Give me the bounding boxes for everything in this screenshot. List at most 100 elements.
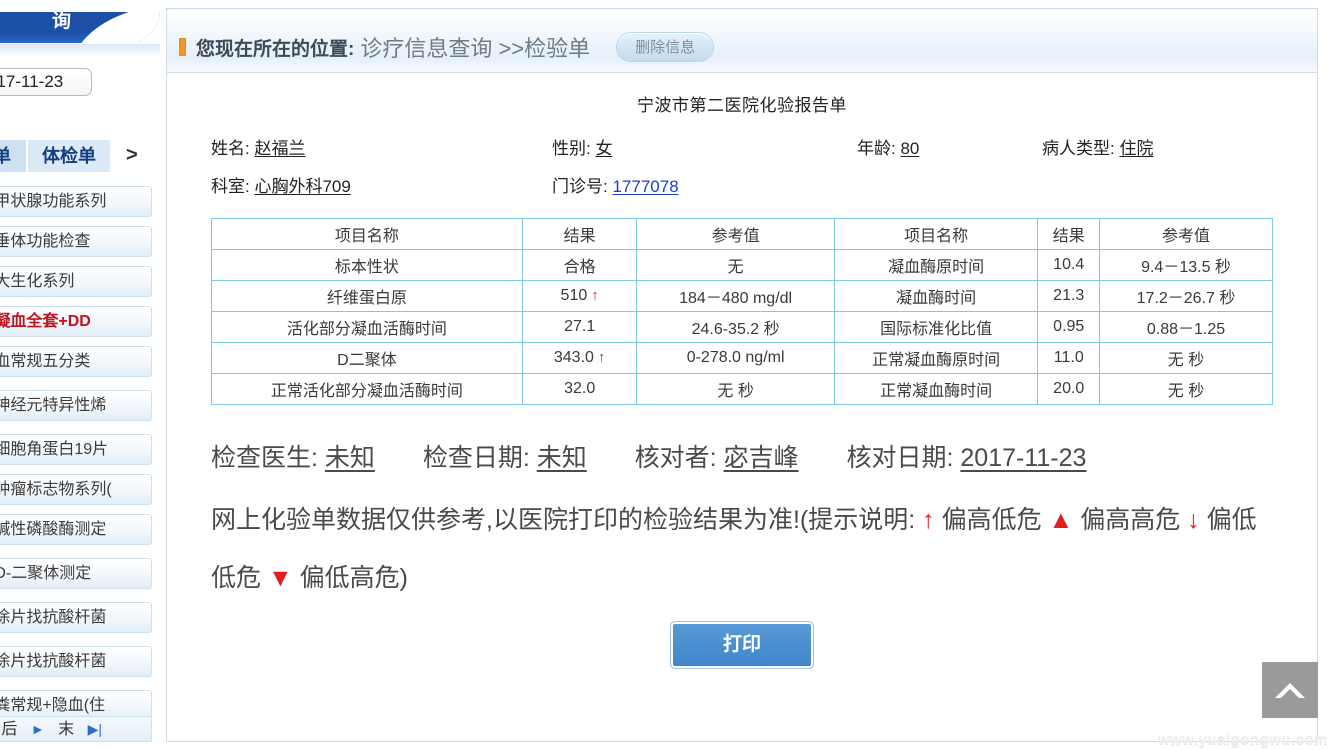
signature-block: 检查医生: 未知 检查日期: 未知 核对者: 宓吉峰 核对日期: 2017-11…	[167, 405, 1317, 487]
checker-value: 宓吉峰	[723, 444, 799, 472]
sidebar-item-5[interactable]: 3 神经元特异性烯	[0, 390, 152, 421]
sidebar-item-0[interactable]: 3 甲状腺功能系列	[0, 186, 152, 217]
sidebar-pager: 3 后 ► 末 ▶|	[0, 716, 152, 742]
print-button[interactable]: 打印	[670, 621, 814, 669]
department-field: 科室: 心胸外科709	[211, 172, 351, 197]
table-row: 活化部分凝血活酶时间 27.1 24.6-35.2 秒国际标准化比值 0.95 0.88…	[211, 311, 1273, 343]
lab-left-name-cell: 纤维蛋白原	[211, 280, 523, 312]
lab-left-ref-cell: 184－480 mg/dl	[636, 280, 835, 312]
disclaimer-notice: 网上化验单数据仅供参考,以医院打印的检验结果为准!(提示说明: ↑ 偏高低危 ▲…	[167, 487, 1317, 607]
report-body: 宁波市第二医院化验报告单 姓名: 赵福兰 性别: 女 年龄: 80 病人类型: …	[167, 73, 1317, 669]
lab-left-result-value: 343.0	[553, 349, 594, 366]
back-to-top-button[interactable]	[1262, 662, 1318, 718]
sidebar-item-list: 3 甲状腺功能系列 3 垂体功能检查 3 大生化系列 3 凝血全套+DD 3 血常规五分…	[0, 186, 160, 730]
lab-right-result-cell: 10.4	[1037, 249, 1101, 281]
lab-table-header-cell-4: 结果	[1037, 218, 1101, 250]
exam-date-value: 未知	[536, 444, 587, 472]
sidebar-item-label: 肿瘤标志物系列(	[0, 481, 112, 498]
sidebar-item-3[interactable]: 3 凝血全套+DD	[0, 306, 152, 337]
lab-right-result-cell: 20.0	[1037, 373, 1101, 405]
arrow-down-icon: ↓	[1187, 506, 1200, 534]
lab-table-header-cell-2: 参考值	[636, 218, 835, 250]
exam-doctor-value: 未知	[324, 444, 375, 472]
tab-baogaodan[interactable]: 单	[0, 140, 26, 172]
lab-right-ref-cell: 0.88－1.25	[1099, 311, 1273, 343]
sidebar-item-label: 细胞角蛋白19片	[0, 441, 109, 458]
lab-right-name-cell: 国际标准化比值	[833, 311, 1039, 343]
play-triangle-icon[interactable]: ►	[31, 721, 45, 737]
sidebar-item-4[interactable]: 3 血常规五分类	[0, 346, 152, 377]
skip-to-end-icon[interactable]: ▶|	[88, 721, 102, 737]
sidebar-item-7[interactable]: 3 肿瘤标志物系列(	[0, 474, 152, 505]
breadcrumb-location-label: 您现在所在的位置:	[196, 38, 355, 60]
lab-right-ref-cell: 无 秒	[1099, 342, 1273, 374]
table-row: D二聚体 343.0 ↑ 0-278.0 ng/ml 正常凝血酶原时间 11.0 无 秒	[211, 342, 1273, 374]
chevron-up-icon	[1275, 683, 1305, 698]
lab-results-table: 项目名称 结果 参考值 项目名称 结果 参考值 标本性状 合格无凝血酶原时间 10.4 9.4－1…	[211, 218, 1273, 405]
breadcrumb: 您现在所在的位置: 诊疗信息查询 >>检验单 删除信息	[179, 31, 715, 63]
tab-tijiandan[interactable]: 体检单	[28, 140, 110, 172]
exam-doctor-label: 检查医生:	[211, 444, 318, 472]
banner-shade-decoration	[0, 44, 160, 56]
delete-info-button[interactable]: 删除信息	[616, 32, 715, 62]
arrow-up-icon: ↑	[922, 506, 935, 534]
patient-type-value: 住院	[1119, 139, 1154, 158]
pager-last-button[interactable]: 末	[58, 721, 74, 738]
sidebar-item-label: 大生化系列	[0, 273, 75, 290]
check-date-label: 核对日期:	[846, 444, 954, 472]
patient-age-value: 80	[900, 139, 920, 158]
notice-text-1: 网上化验单数据仅供参考,以医院打印的检验结果为准!(提示说明:	[211, 506, 916, 534]
lab-table-header-cell-0: 项目名称	[211, 218, 523, 250]
sidebar-item-label: 神经元特异性烯	[0, 397, 107, 414]
arrow-up-icon: ↑	[591, 287, 599, 304]
table-row: 标本性状 合格 无凝血酶原时间 10.4 9.4－13.5 秒	[211, 249, 1273, 281]
sidebar-item-label: 血常规五分类	[0, 353, 91, 370]
date-input[interactable]: 017-11-23	[0, 68, 92, 96]
lab-left-name-cell: 活化部分凝血活酶时间	[211, 311, 523, 343]
sidebar-item-label: 垂体功能检查	[0, 233, 91, 250]
patient-info-row-1: 姓名: 赵福兰 性别: 女 年龄: 80 病人类型: 住院	[167, 134, 1317, 172]
lab-right-ref-cell: 17.2－26.7 秒	[1099, 280, 1273, 312]
arrow-up-icon: ↑	[597, 349, 606, 366]
main-panel: 您现在所在的位置: 诊疗信息查询 >>检验单 删除信息 宁波市第二医院化验报告单…	[166, 8, 1318, 742]
lab-left-ref-cell: 24.6-35.2 秒	[636, 311, 835, 343]
lab-table-header-cell-1: 结果	[521, 218, 638, 250]
notice-text-2: 偏高低危	[941, 506, 1042, 534]
lab-left-ref-cell: 无 秒	[636, 373, 835, 405]
patient-age-label: 年龄:	[857, 139, 896, 158]
triangle-down-icon: ▼	[267, 564, 293, 592]
patient-gender-value: 女	[595, 139, 613, 158]
lab-table-header-cell-5: 参考值	[1099, 218, 1273, 250]
sidebar-item-label: 涂片找抗酸杆菌	[0, 653, 107, 670]
visit-number-link[interactable]: 1777078	[612, 177, 678, 196]
lab-left-result-cell: 32.0	[521, 373, 638, 405]
lab-right-result-cell: 0.95	[1037, 311, 1101, 343]
lab-left-result-value: 27.1	[564, 318, 596, 335]
lab-table-header-cell-3: 项目名称	[833, 218, 1039, 250]
sidebar-tabs: 单 体检单 >	[0, 140, 160, 172]
lab-left-name-cell: D二聚体	[211, 342, 523, 374]
sidebar-item-label: 甲状腺功能系列	[0, 193, 107, 210]
lab-right-ref-cell: 无 秒	[1099, 373, 1273, 405]
lab-left-result-value: 32.0	[564, 380, 596, 397]
sidebar-item-label: 涂片找抗酸杆菌	[0, 609, 107, 626]
checker-label: 核对者:	[634, 444, 717, 472]
patient-info-row-2: 科室: 心胸外科709 门诊号: 1777078	[167, 172, 1317, 210]
sidebar-item-2[interactable]: 3 大生化系列	[0, 266, 152, 297]
sidebar-item-10[interactable]: 9 涂片找抗酸杆菌	[0, 602, 152, 633]
sidebar-item-8[interactable]: 3 碱性磷酸酶测定	[0, 514, 152, 545]
lab-right-result-cell: 11.0	[1037, 342, 1101, 374]
sidebar: 询 017-11-23 单 体检单 > 3 甲状腺功能系列 3 垂体功能检查 3 大…	[0, 0, 160, 750]
visit-number-field: 门诊号: 1777078	[552, 172, 679, 197]
sidebar-item-1[interactable]: 3 垂体功能检查	[0, 226, 152, 257]
table-row: 正常活化部分凝血活酶时间 32.0 无 秒正常凝血酶时间 20.0 无 秒	[211, 373, 1273, 405]
pager-next-button[interactable]: 后	[1, 721, 17, 738]
lab-left-result-value: 合格	[563, 259, 596, 276]
tabs-next-arrow-icon[interactable]: >	[126, 140, 138, 172]
sidebar-item-9[interactable]: 3 D-二聚体测定	[0, 558, 152, 589]
orange-bar-icon	[179, 38, 186, 56]
sidebar-item-11[interactable]: 8 涂片找抗酸杆菌	[0, 646, 152, 677]
lab-table-header-row: 项目名称 结果 参考值 项目名称 结果 参考值	[211, 218, 1273, 250]
visit-number-label: 门诊号:	[552, 177, 608, 196]
sidebar-item-6[interactable]: 3 细胞角蛋白19片	[0, 434, 152, 465]
